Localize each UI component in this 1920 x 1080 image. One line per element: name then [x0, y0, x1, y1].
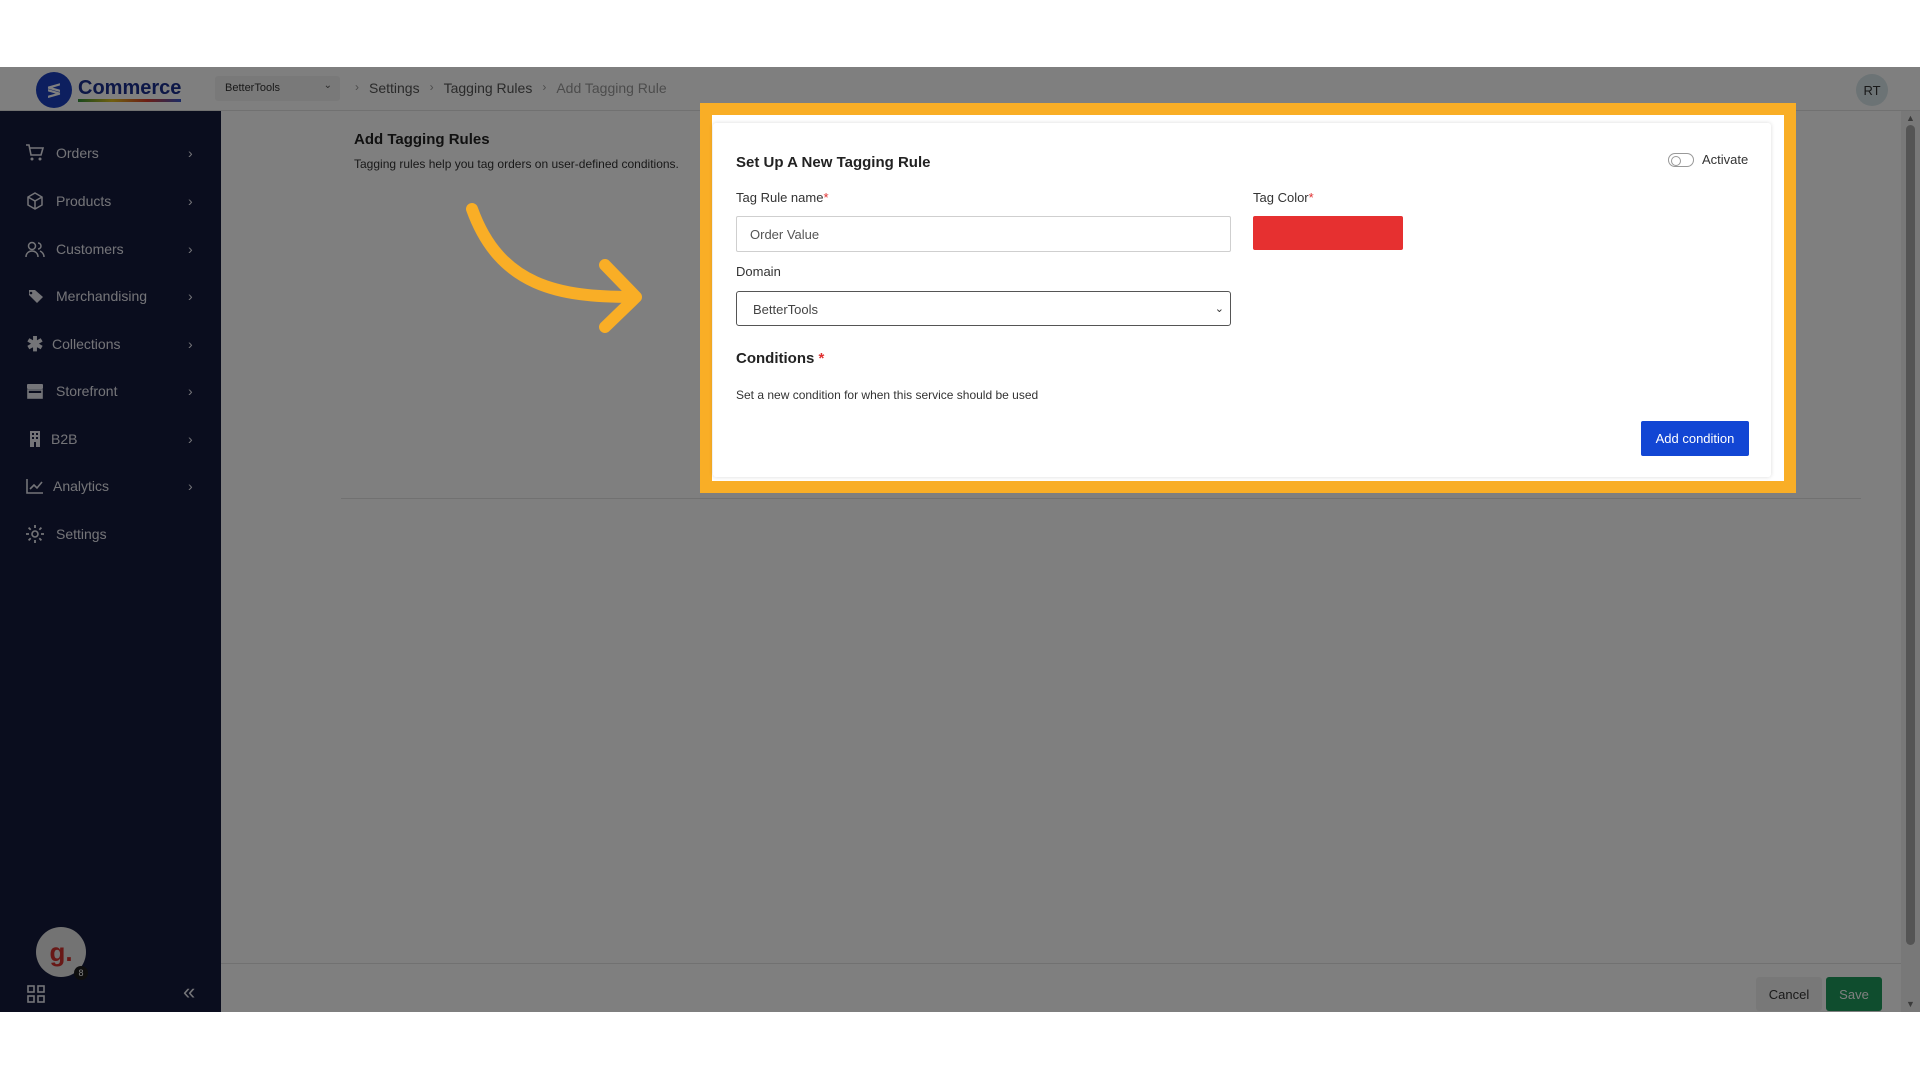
tag-color-label: Tag Color* [1253, 190, 1314, 205]
label-text: Conditions [736, 350, 815, 367]
required-mark: * [818, 350, 825, 367]
activate-label: Activate [1702, 152, 1749, 167]
tag-rule-name-input[interactable] [736, 216, 1231, 252]
tag-color-picker[interactable] [1253, 216, 1403, 250]
domain-select[interactable]: BetterTools ⌄ [736, 291, 1231, 326]
annotation-arrow-icon [466, 203, 642, 333]
activate-toggle[interactable]: Activate [1668, 152, 1748, 167]
conditions-title: Conditions * [736, 350, 824, 367]
tag-rule-name-label: Tag Rule name* [736, 190, 829, 205]
app-window: ≶ Commerce BetterTools ⌄ › Settings › Ta… [0, 67, 1920, 1012]
label-text: Tag Rule name [736, 190, 824, 205]
domain-label: Domain [736, 264, 781, 279]
form-title: Set Up A New Tagging Rule [736, 154, 931, 171]
add-condition-button[interactable]: Add condition [1641, 421, 1749, 456]
label-text: Tag Color [1253, 190, 1309, 205]
domain-select-value: BetterTools [753, 302, 819, 317]
required-mark: * [823, 190, 829, 205]
tagging-rule-form: Set Up A New Tagging Rule Activate Tag R… [713, 123, 1771, 477]
conditions-description: Set a new condition for when this servic… [736, 388, 1039, 402]
required-mark: * [1308, 190, 1314, 205]
toggle-switch[interactable] [1668, 152, 1694, 167]
chevron-down-icon: ⌄ [1214, 303, 1224, 315]
